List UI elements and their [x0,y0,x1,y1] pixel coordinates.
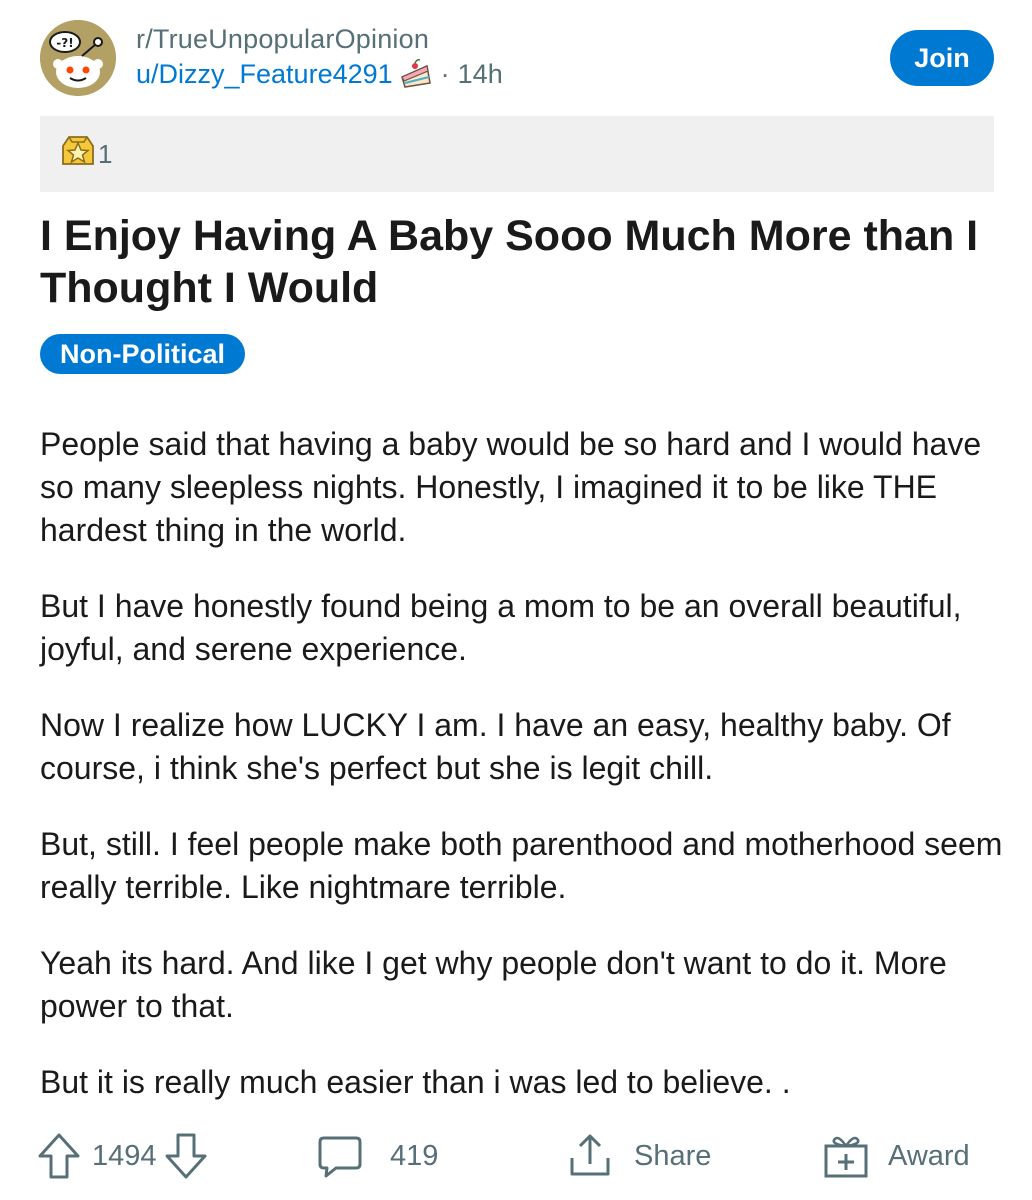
post-time: 14h [457,59,503,89]
post-header: -?! r/TrueUnpopularOpinion u/Dizzy_Featu… [40,18,994,102]
body-paragraph: Now I realize how LUCKY I am. I have an … [40,707,951,786]
cake-day-icon [399,57,433,91]
share-button[interactable]: Share [566,1126,711,1186]
award-count: 1 [98,138,113,169]
post-flair[interactable]: Non-Political [40,334,246,374]
post-meta: r/TrueUnpopularOpinion u/Dizzy_Feature42… [136,22,503,92]
comment-icon [316,1132,364,1180]
body-paragraph: But I have honestly found being a mom to… [40,588,962,667]
body-paragraph: People said that having a baby would be … [40,426,982,548]
join-button[interactable]: Join [890,30,994,86]
subreddit-avatar-icon[interactable]: -?! [40,20,116,96]
award-label: Award [888,1139,970,1172]
awards-bar[interactable]: 1 [40,116,994,192]
downvote-icon[interactable] [163,1131,209,1181]
author-name[interactable]: u/Dizzy_Feature4291 [136,56,393,92]
body-paragraph: Yeah its hard. And like I get why people… [40,945,947,1024]
post-body: People said that having a baby would be … [40,423,1010,1137]
subreddit-name[interactable]: r/TrueUnpopularOpinion [136,22,503,56]
meta-separator: · [440,59,450,89]
vote-group: 1494 [36,1126,209,1186]
comment-count: 419 [390,1139,439,1172]
upvote-count: 1494 [92,1139,157,1172]
svg-text:-?!: -?! [56,36,73,50]
award-gift-icon [822,1132,870,1180]
post-title[interactable]: I Enjoy Having A Baby Sooo Much More tha… [40,210,1000,314]
share-icon [566,1132,614,1180]
award-badge-icon [40,134,96,175]
author-line: u/Dizzy_Feature4291 · 14h [136,56,503,92]
body-paragraph: But it is really much easier than i was … [40,1064,791,1100]
body-paragraph: But, still. I feel people make both pare… [40,826,1003,905]
share-label: Share [634,1139,712,1172]
award-button[interactable]: Award [822,1126,970,1186]
comments-button[interactable]: 419 [316,1126,438,1186]
upvote-icon[interactable] [36,1131,82,1181]
post-actions-bar: 1494 419 Share Award [36,1126,996,1186]
